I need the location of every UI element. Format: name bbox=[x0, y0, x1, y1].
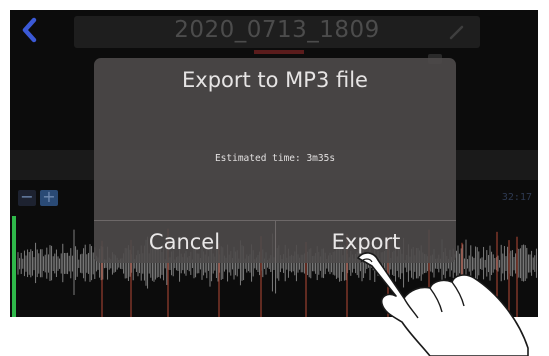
zoom-in-button[interactable]: + bbox=[40, 187, 58, 206]
minus-icon: − bbox=[20, 187, 34, 206]
playhead[interactable] bbox=[12, 216, 16, 317]
total-time: 32:17 bbox=[501, 192, 532, 203]
zoom-out-button[interactable]: − bbox=[18, 187, 36, 206]
back-button[interactable] bbox=[14, 12, 54, 48]
cancel-button[interactable]: Cancel bbox=[94, 221, 275, 263]
recorder-screen: 2020_0713_1809 − + 32:17 Export to MP3 f… bbox=[10, 10, 538, 317]
estimated-time: Estimated time: 3m35s bbox=[214, 153, 336, 164]
pencil-icon[interactable] bbox=[448, 23, 466, 41]
file-name: 2020_0713_1809 bbox=[174, 17, 380, 43]
chevron-left-icon bbox=[22, 17, 37, 43]
plus-icon: + bbox=[42, 187, 56, 206]
export-button[interactable]: Export bbox=[276, 221, 456, 263]
file-name-bar[interactable]: 2020_0713_1809 bbox=[74, 16, 480, 48]
dialog-title: Export to MP3 file bbox=[182, 68, 368, 92]
level-indicator bbox=[254, 50, 304, 54]
export-dialog: Export to MP3 file Estimated time: 3m35s… bbox=[94, 58, 456, 263]
